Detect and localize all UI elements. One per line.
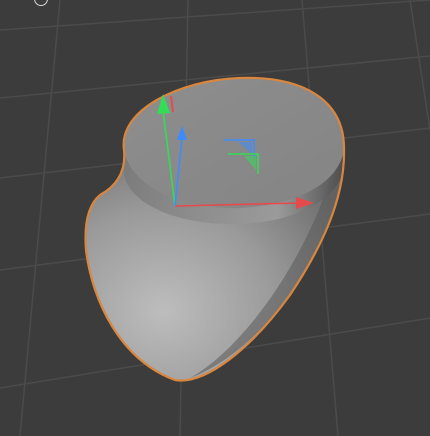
object-top-face[interactable] (123, 77, 345, 209)
3d-viewport[interactable] (0, 0, 430, 436)
viewport-canvas[interactable] (0, 0, 430, 436)
selected-object[interactable] (84, 76, 346, 382)
